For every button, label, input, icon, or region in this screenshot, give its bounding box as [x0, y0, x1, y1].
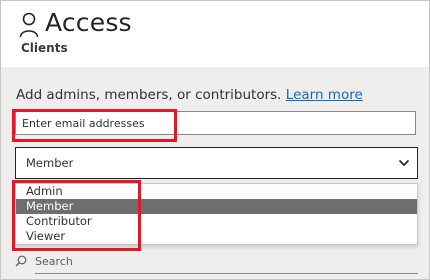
- role-dropdown[interactable]: Member: [15, 147, 418, 179]
- pane-header: Access Clients: [1, 1, 429, 67]
- chevron-down-icon[interactable]: [398, 158, 410, 168]
- access-panel: Add admins, members, or contributors. Le…: [1, 67, 429, 279]
- role-option-admin[interactable]: Admin: [16, 184, 417, 199]
- role-option-viewer[interactable]: Viewer: [16, 229, 417, 244]
- role-options-list: Admin Member Contributor Viewer: [15, 183, 418, 245]
- search-icon: [15, 255, 27, 267]
- search-box: [15, 251, 418, 274]
- role-option-contributor[interactable]: Contributor: [16, 214, 417, 229]
- instruction-text: Add admins, members, or contributors. Le…: [16, 87, 363, 103]
- role-dropdown-value: Member: [26, 156, 74, 170]
- person-icon: [19, 12, 39, 38]
- access-pane: Access Clients Add admins, members, or c…: [0, 0, 430, 280]
- search-input[interactable]: [35, 251, 415, 271]
- page-subtitle: Clients: [21, 41, 68, 55]
- search-underline: [35, 273, 418, 274]
- instruction-label: Add admins, members, or contributors.: [16, 87, 282, 103]
- role-option-member[interactable]: Member: [16, 199, 417, 214]
- learn-more-link[interactable]: Learn more: [286, 87, 363, 103]
- email-addresses-input[interactable]: [15, 111, 416, 135]
- page-title: Access: [45, 8, 132, 37]
